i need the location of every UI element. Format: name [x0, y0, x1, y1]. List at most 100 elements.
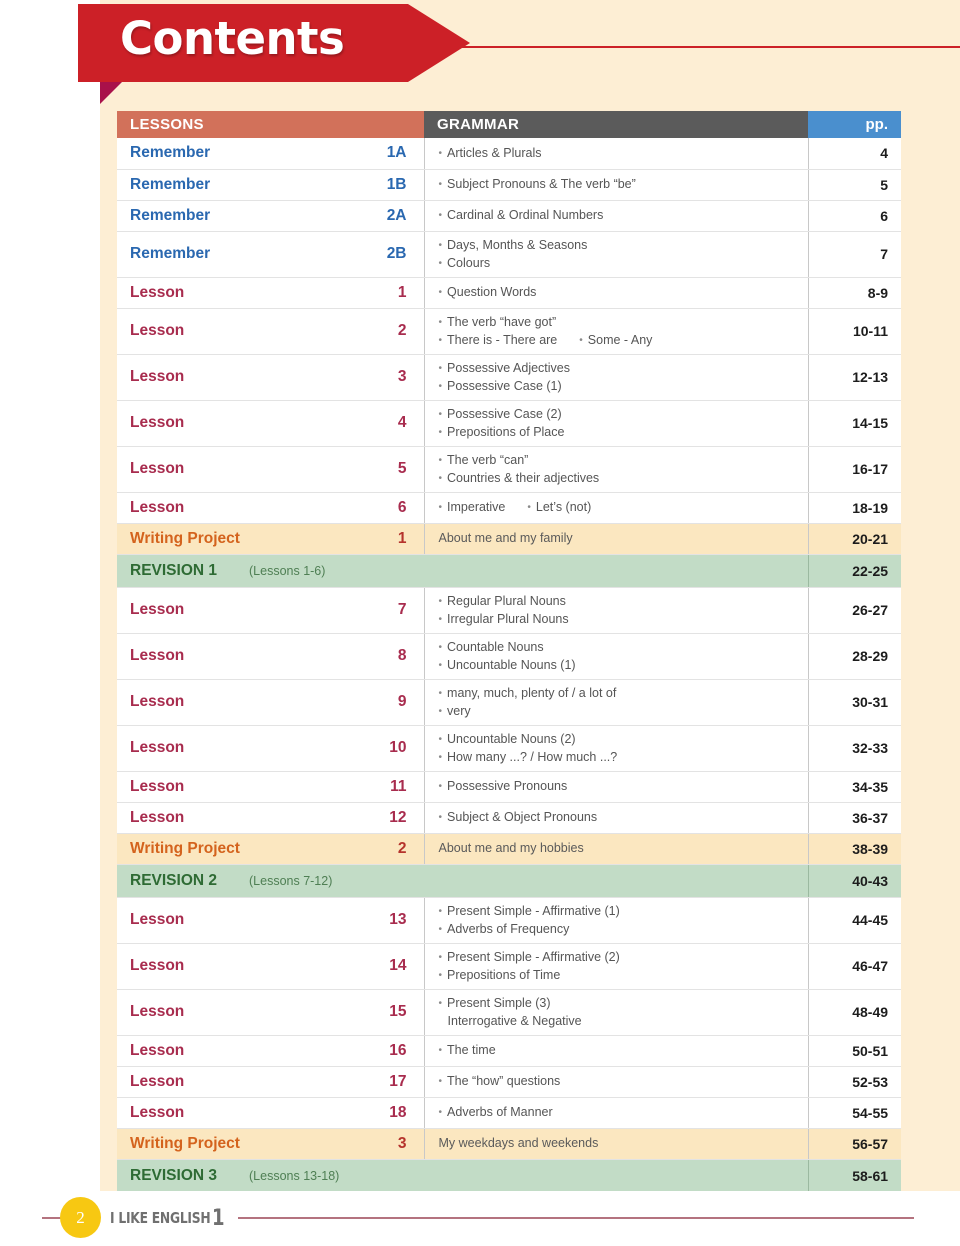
row-grammar: Possessive Case (2)Prepositions of Place	[424, 400, 809, 447]
row-number: 15	[317, 989, 425, 1036]
row-label: Lesson	[117, 725, 317, 772]
row-page-range: 6	[807, 200, 902, 232]
row-grammar: Articles & Plurals	[424, 138, 809, 170]
table-row: Lesson1 Question Words8-9	[117, 277, 902, 309]
table-row: Lesson2The verb “have got”There is - The…	[117, 308, 902, 355]
grammar-line: There is - There are Some - Any	[439, 331, 808, 349]
book-logo-title: I LIKE ENGLISH	[110, 1209, 211, 1227]
row-page-range: 46-47	[807, 943, 902, 990]
row-grammar: Question Words	[424, 277, 809, 309]
table-row: Lesson14Present Simple - Affirmative (2)…	[117, 943, 902, 990]
row-page-range: 40-43	[807, 864, 902, 898]
row-grammar: The time	[424, 1035, 809, 1067]
grammar-bullet-item: Regular Plural Nouns	[439, 592, 808, 610]
row-page-range: 10-11	[807, 308, 902, 355]
row-page-range: 7	[807, 231, 902, 278]
row-number: 3	[317, 354, 425, 401]
row-label: Lesson	[117, 989, 317, 1036]
row-grammar: Subject & Object Pronouns	[424, 802, 809, 834]
grammar-bullet-item: Irregular Plural Nouns	[439, 610, 808, 628]
row-label: Lesson	[117, 400, 317, 447]
column-header-pages: pp.	[808, 111, 902, 138]
grammar-bullet-item: Possessive Case (1)	[439, 377, 808, 395]
row-grammar: Days, Months & SeasonsColours	[424, 231, 809, 278]
row-number: 4	[317, 400, 425, 447]
row-label: Lesson	[117, 1097, 317, 1129]
row-grammar: About me and my family	[424, 523, 809, 555]
row-label: Lesson	[117, 308, 317, 355]
row-page-range: 16-17	[807, 446, 902, 493]
row-number: 7	[317, 587, 425, 634]
book-logo: I LIKE ENGLISH1	[110, 1206, 225, 1231]
grammar-bullet-item: The time	[439, 1041, 808, 1059]
table-row: Lesson15 Present Simple (3) Interrogative …	[117, 989, 902, 1036]
row-label: Remember	[117, 231, 317, 278]
table-row: Remember1A Articles & Plurals4	[117, 138, 902, 170]
row-label: Lesson	[117, 446, 317, 493]
table-row: Lesson13Present Simple - Affirmative (1)…	[117, 897, 902, 944]
grammar-bullet-item: Countable Nouns	[439, 638, 808, 656]
row-grammar: Adverbs of Manner	[424, 1097, 809, 1129]
table-row: Remember2BDays, Months & SeasonsColours7	[117, 231, 902, 278]
row-grammar: Imperative Let’s (not)	[424, 492, 809, 524]
row-grammar: many, much, plenty of / a lot ofvery	[424, 679, 809, 726]
grammar-bullet-item: many, much, plenty of / a lot of	[439, 684, 808, 702]
row-label: Lesson	[117, 679, 317, 726]
row-label: Remember	[117, 138, 317, 170]
table-row: Lesson5The verb “can”Countries & their a…	[117, 446, 902, 493]
row-number: 11	[317, 771, 425, 803]
grammar-bullet-item-extra: Let’s (not)	[527, 498, 591, 516]
grammar-bullet-item: The “how” questions	[439, 1072, 808, 1090]
row-label: Lesson	[117, 1035, 317, 1067]
grammar-bullet-item: Present Simple - Affirmative (1)	[439, 902, 808, 920]
row-number: 6	[317, 492, 425, 524]
row-number: 3	[317, 1128, 425, 1160]
row-number: 16	[317, 1035, 425, 1067]
row-label-sublabel: (Lessons 1-6)	[249, 563, 326, 578]
table-row: Writing Project 2 About me and my hobbies 3…	[117, 833, 902, 865]
row-label-text: REVISION 2	[130, 871, 217, 889]
grammar-line: Imperative Let’s (not)	[439, 498, 808, 516]
grammar-bullet-item: Subject & Object Pronouns	[439, 808, 808, 826]
row-number: 12	[317, 802, 425, 834]
row-grammar: Present Simple (3) Interrogative & Negati…	[424, 989, 809, 1036]
row-grammar: Subject Pronouns & The verb “be”	[424, 169, 809, 201]
grammar-plain-text: My weekdays and weekends	[438, 1136, 599, 1151]
grammar-bullet-item: Cardinal & Ordinal Numbers	[439, 206, 808, 224]
table-row: Lesson9many, much, plenty of / a lot ofv…	[117, 679, 902, 726]
table-row: Lesson16 The time50-51	[117, 1035, 902, 1067]
grammar-bullet-item: Articles & Plurals	[439, 144, 808, 162]
table-row: Lesson3Possessive AdjectivesPossessive C…	[117, 354, 902, 401]
row-page-range: 20-21	[807, 523, 902, 555]
grammar-bullet-item: Prepositions of Time	[439, 966, 808, 984]
column-header-grammar: GRAMMAR	[424, 111, 809, 138]
row-label: Lesson	[117, 943, 317, 990]
row-label-sublabel: (Lessons 13-18)	[249, 1168, 340, 1183]
row-grammar: Possessive Pronouns	[424, 771, 809, 803]
row-label: Writing Project	[117, 833, 317, 865]
row-number: 9	[317, 679, 425, 726]
row-label: Writing Project	[117, 1128, 317, 1160]
row-page-range: 22-25	[807, 554, 902, 588]
row-page-range: 5	[807, 169, 902, 201]
row-label-revision: REVISION 1 (Lessons 1-6)	[117, 554, 809, 588]
grammar-bullet-item: Possessive Pronouns	[439, 777, 808, 795]
row-grammar: Cardinal & Ordinal Numbers	[424, 200, 809, 232]
table-header-row: LESSONS GRAMMAR pp.	[117, 111, 902, 138]
row-number: 5	[317, 446, 425, 493]
table-row: REVISION 2 (Lessons 7-12) 40-43	[117, 864, 902, 898]
grammar-bullet-item: Present Simple (3)	[439, 994, 808, 1012]
row-page-range: 32-33	[807, 725, 902, 772]
row-page-range: 34-35	[807, 771, 902, 803]
row-page-range: 36-37	[807, 802, 902, 834]
row-page-range: 50-51	[807, 1035, 902, 1067]
grammar-bullet-item: Imperative	[439, 500, 506, 514]
row-page-range: 52-53	[807, 1066, 902, 1098]
grammar-bullet-item: There is - There are	[439, 333, 558, 347]
row-page-range: 28-29	[807, 633, 902, 680]
grammar-bullet-item: Countries & their adjectives	[439, 469, 808, 487]
column-header-lessons: LESSONS	[117, 111, 425, 138]
row-number: 8	[317, 633, 425, 680]
row-grammar: Present Simple - Affirmative (1)Adverbs …	[424, 897, 809, 944]
grammar-bullet-item: very	[439, 702, 808, 720]
